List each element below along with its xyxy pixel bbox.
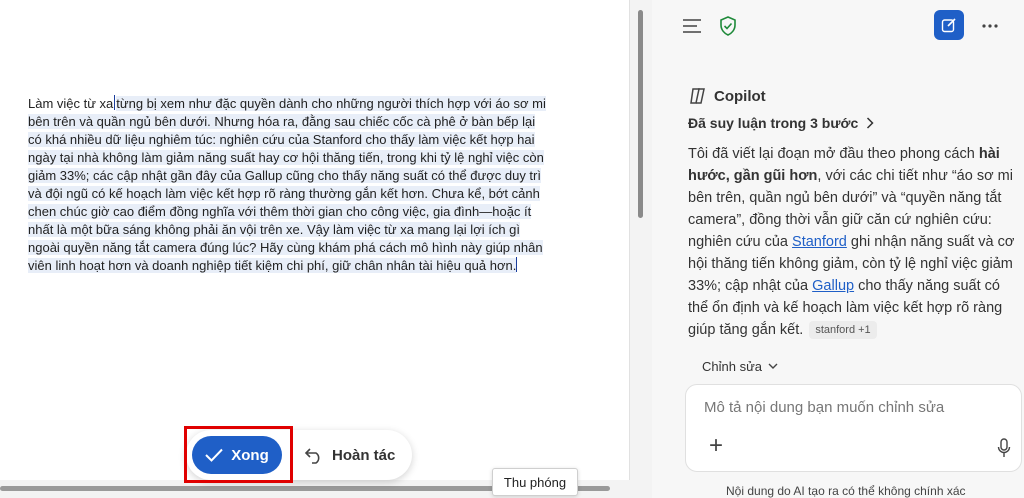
- pane-toolbar: [652, 0, 1024, 52]
- plus-icon[interactable]: +: [704, 434, 728, 459]
- done-button-label: Xong: [231, 446, 269, 464]
- copilot-pane: Copilot Đã suy luận trong 3 bước Tôi đã …: [652, 0, 1024, 498]
- chevron-right-icon: [867, 117, 874, 129]
- edit-mode-label: Chỉnh sửa: [702, 359, 763, 374]
- undo-icon: [304, 448, 320, 464]
- copilot-logo-icon: [690, 88, 705, 104]
- stanford-link[interactable]: Stanford: [792, 234, 847, 250]
- copilot-title: Copilot: [714, 87, 766, 105]
- copilot-header: Copilot: [688, 87, 766, 105]
- app-root: Làm việc từ xa từng bị xem như đặc quyền …: [0, 0, 1024, 498]
- vertical-scrollbar-thumb[interactable]: [638, 10, 643, 218]
- reasoning-steps-toggle[interactable]: Đã suy luận trong 3 bước: [688, 115, 874, 131]
- reasoning-label: Đã suy luận trong 3 bước: [688, 115, 859, 131]
- document-canvas[interactable]: Làm việc từ xa từng bị xem như đặc quyền …: [0, 0, 630, 480]
- shield-check-icon[interactable]: [716, 14, 740, 38]
- selection-end-caret[interactable]: [516, 257, 518, 272]
- composer-box: +: [685, 384, 1022, 472]
- gallup-link[interactable]: Gallup: [812, 278, 854, 294]
- selected-text: từng bị xem như đặc quyền dành cho những…: [28, 96, 546, 273]
- check-icon: [205, 448, 223, 462]
- menu-icon[interactable]: [680, 14, 704, 38]
- edit-mode-dropdown[interactable]: Chỉnh sửa: [702, 359, 778, 374]
- zoom-tooltip: Thu phóng: [492, 468, 578, 496]
- compose-icon: [941, 18, 956, 33]
- copilot-response: Tôi đã viết lại đoạn mở đầu theo phong c…: [688, 143, 1018, 341]
- undo-button[interactable]: Hoàn tác: [300, 436, 404, 474]
- chevron-down-icon: [768, 363, 778, 369]
- done-button[interactable]: Xong: [192, 436, 282, 474]
- more-icon[interactable]: [978, 14, 1002, 38]
- response-text: Tôi đã viết lại đoạn mở đầu theo phong c…: [688, 146, 979, 162]
- undo-button-label: Hoàn tác: [332, 446, 396, 464]
- microphone-icon[interactable]: [992, 435, 1016, 461]
- source-chip[interactable]: stanford +1: [809, 321, 877, 339]
- text-selection-start-segment: Làm việc từ xa: [28, 96, 114, 111]
- composer-input[interactable]: [704, 399, 994, 416]
- ai-disclaimer: Nội dung do AI tạo ra có thể không chính…: [726, 484, 966, 498]
- new-chat-button[interactable]: [934, 10, 964, 40]
- document-paragraph[interactable]: Làm việc từ xa từng bị xem như đặc quyền …: [28, 95, 548, 275]
